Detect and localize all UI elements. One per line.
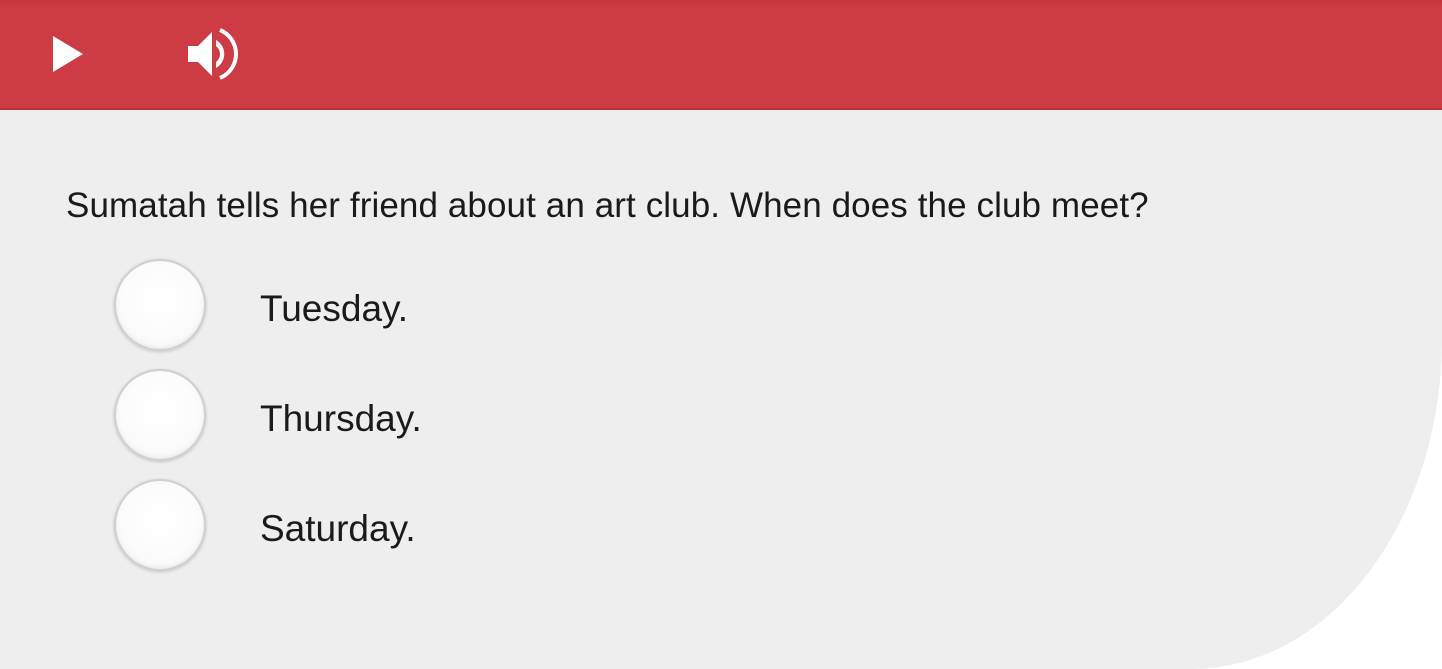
option-label: Thursday.: [260, 398, 422, 439]
speaker-icon: [188, 28, 238, 80]
answer-option-thursday[interactable]: Thursday.: [114, 369, 914, 479]
question-panel: Sumatah tells her friend about an art cl…: [0, 0, 1442, 669]
answer-options: Tuesday. Thursday. Saturday.: [114, 259, 914, 589]
audio-button[interactable]: [178, 22, 242, 86]
media-toolbar: [0, 0, 1442, 110]
play-button[interactable]: [36, 22, 100, 86]
question-text: Sumatah tells her friend about an art cl…: [66, 186, 1149, 225]
option-label: Tuesday.: [260, 288, 409, 329]
play-icon: [53, 36, 83, 72]
answer-option-saturday[interactable]: Saturday.: [114, 479, 914, 589]
radio-button[interactable]: [114, 259, 206, 351]
answer-option-tuesday[interactable]: Tuesday.: [114, 259, 914, 369]
radio-button[interactable]: [114, 479, 206, 571]
radio-button[interactable]: [114, 369, 206, 461]
option-label: Saturday.: [260, 508, 416, 549]
quiz-frame: Sumatah tells her friend about an art cl…: [0, 0, 1442, 669]
